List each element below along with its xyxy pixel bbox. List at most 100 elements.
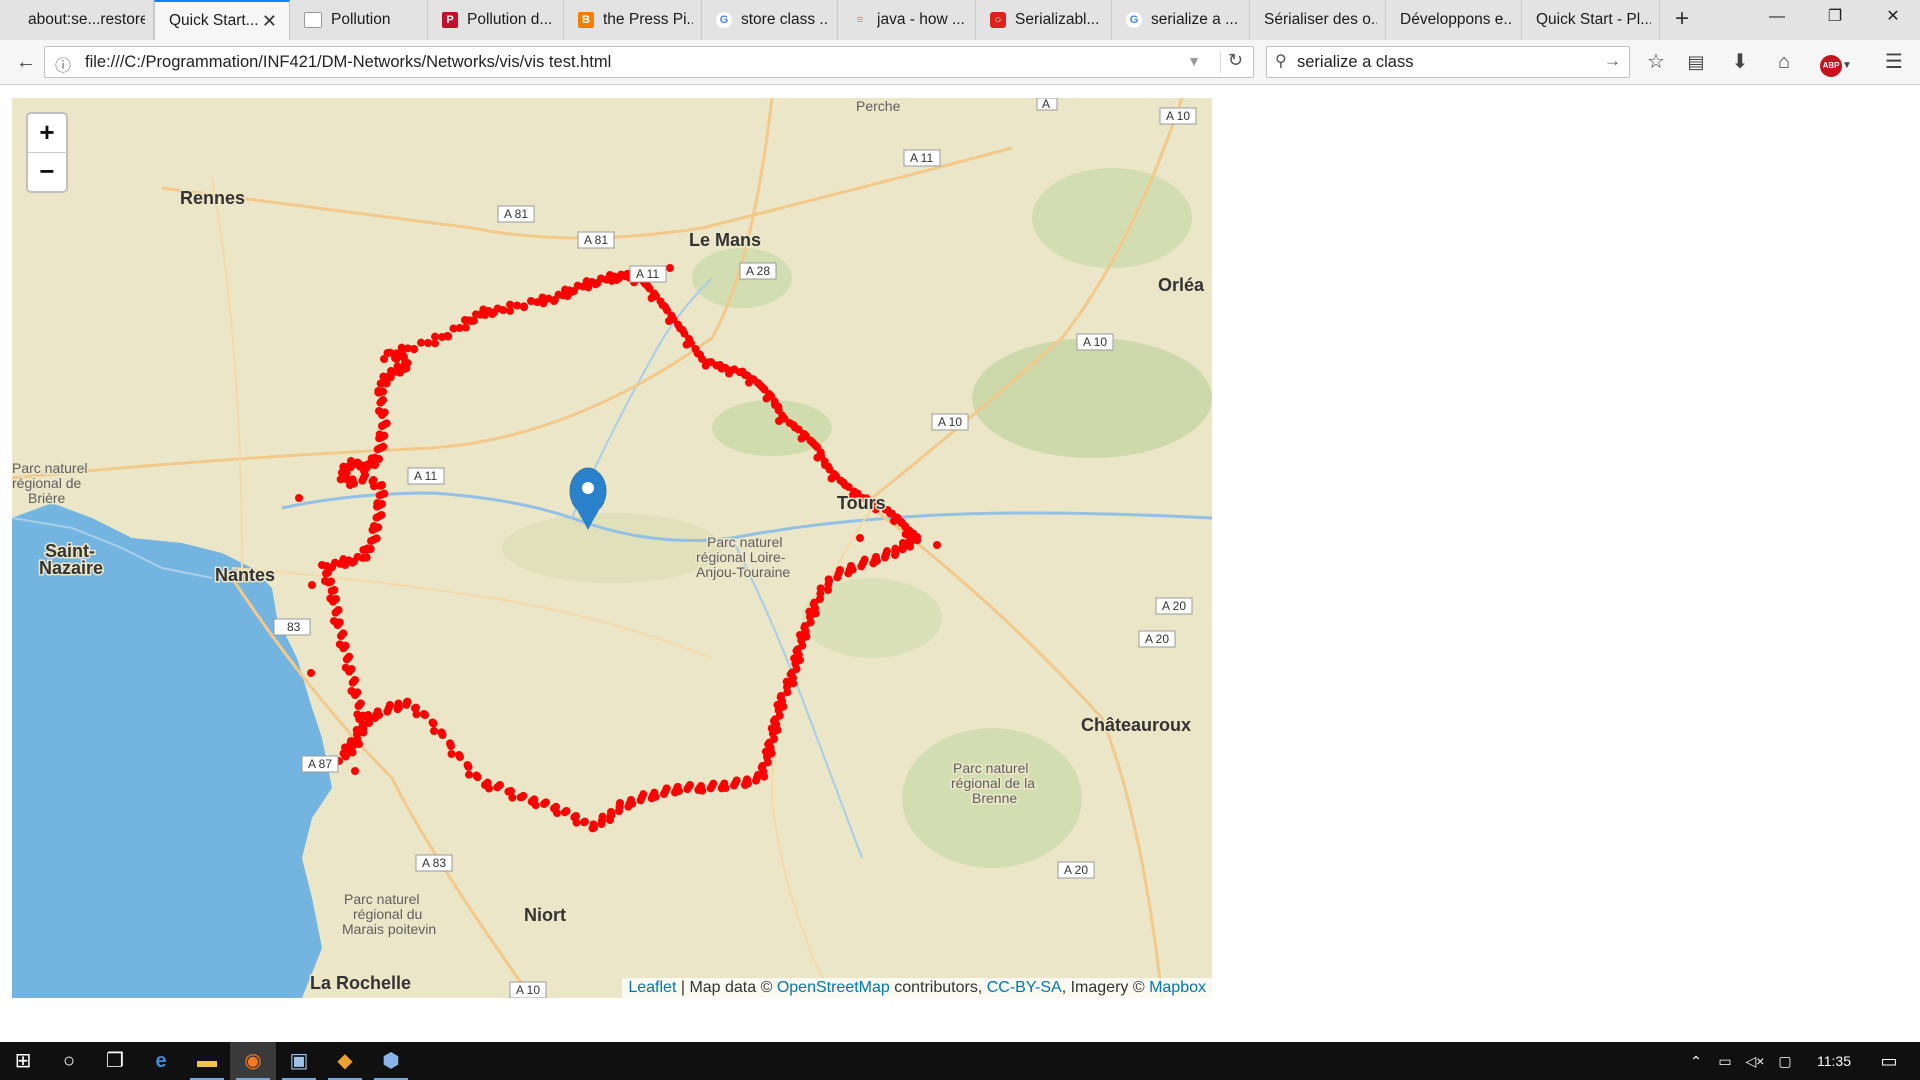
route-point bbox=[400, 353, 408, 361]
svg-text:A: A bbox=[1042, 98, 1050, 111]
route-point bbox=[660, 790, 668, 798]
tab-store-class[interactable]: G store class ... bbox=[702, 0, 838, 40]
reload-icon[interactable]: ↻ bbox=[1228, 50, 1243, 71]
windows-start-icon[interactable]: ⊞ bbox=[0, 1042, 46, 1080]
tab-label: java - how ... bbox=[877, 11, 965, 28]
restore-icon[interactable]: ❐ bbox=[1812, 0, 1858, 36]
route-point bbox=[362, 553, 371, 562]
svg-text:A 11: A 11 bbox=[910, 151, 933, 165]
city-label: La Rochelle bbox=[310, 973, 411, 993]
tab-developpons[interactable]: Développons e... bbox=[1386, 0, 1522, 40]
tray-expand-icon[interactable]: ⌃ bbox=[1684, 1042, 1708, 1080]
tab-java-how[interactable]: ≡ java - how ... bbox=[838, 0, 976, 40]
file-explorer-icon[interactable]: ▬ bbox=[184, 1042, 230, 1080]
road-shield: A 20 bbox=[1138, 630, 1176, 648]
search-go-arrow-icon[interactable]: → bbox=[1604, 51, 1621, 71]
route-point bbox=[353, 710, 362, 719]
edge-icon[interactable]: e bbox=[138, 1042, 184, 1080]
route-point bbox=[430, 727, 438, 735]
battery-icon[interactable]: ▭ bbox=[1712, 1042, 1738, 1080]
route-point bbox=[339, 629, 348, 638]
p-logo-icon: P bbox=[442, 12, 458, 28]
route-point bbox=[447, 750, 456, 758]
route-point bbox=[933, 541, 941, 549]
close-tab-icon[interactable]: ✕ bbox=[258, 11, 281, 32]
license-link[interactable]: CC-BY-SA bbox=[987, 979, 1062, 996]
firefox-icon[interactable]: ◉ bbox=[230, 1042, 276, 1080]
info-icon[interactable]: ⓘ bbox=[55, 52, 71, 76]
route-point bbox=[730, 781, 738, 790]
tab-serializable[interactable]: ○ Serializabl... bbox=[976, 0, 1112, 40]
cortana-search-icon[interactable]: ○ bbox=[46, 1042, 92, 1080]
dropdown-arrow-icon[interactable]: ▼ bbox=[1187, 53, 1201, 69]
network-icon[interactable]: ▢ bbox=[1772, 1042, 1798, 1080]
task-view-icon[interactable]: ❐ bbox=[92, 1042, 138, 1080]
svg-text:A 81: A 81 bbox=[584, 233, 608, 247]
route-point bbox=[881, 553, 889, 562]
route-point bbox=[580, 818, 588, 827]
leaflet-map[interactable]: Rennes Le Mans Orléa Nantes Tours Châtea… bbox=[12, 98, 1212, 998]
park-label: Anjou-Touraine bbox=[696, 564, 790, 580]
park-label: régional de bbox=[12, 475, 81, 491]
route-point bbox=[465, 770, 473, 779]
tab-press-pi[interactable]: B the Press Pi... bbox=[564, 0, 702, 40]
clock-time[interactable]: 11:35 bbox=[1806, 1042, 1862, 1080]
notifications-icon[interactable]: ▭ bbox=[1866, 1042, 1912, 1080]
downloads-icon[interactable]: ⬇ bbox=[1726, 48, 1754, 76]
zoom-out-button[interactable]: − bbox=[28, 152, 66, 191]
app-cube-icon[interactable]: ⬢ bbox=[368, 1042, 414, 1080]
minimize-icon[interactable]: — bbox=[1754, 0, 1800, 36]
search-bar[interactable]: ⚲ serialize a class → bbox=[1266, 46, 1630, 78]
tab-label: serialize a ... bbox=[1151, 11, 1239, 28]
city-label: Châteauroux bbox=[1081, 715, 1191, 735]
osm-link[interactable]: OpenStreetMap bbox=[777, 979, 890, 996]
route-point bbox=[520, 303, 528, 312]
attribution-text: contributors, bbox=[889, 979, 987, 996]
park-label: Parc naturel bbox=[953, 760, 1028, 776]
park-label: Parc naturel bbox=[12, 460, 87, 476]
url-bar[interactable]: ⓘ file:///C:/Programmation/INF421/DM-Net… bbox=[44, 46, 1254, 78]
google-icon: G bbox=[1126, 12, 1142, 28]
route-point bbox=[383, 707, 392, 716]
route-point bbox=[493, 783, 502, 792]
tab-pollution[interactable]: Pollution bbox=[290, 0, 428, 40]
back-arrow-icon[interactable]: ← bbox=[12, 48, 40, 76]
tab-quick-start-active[interactable]: Quick Start... ✕ bbox=[154, 0, 290, 40]
route-point bbox=[372, 534, 381, 543]
route-point bbox=[347, 687, 356, 695]
search-input[interactable]: serialize a class bbox=[1297, 53, 1413, 72]
close-window-icon[interactable]: ✕ bbox=[1870, 0, 1916, 36]
city-label: Tours bbox=[837, 493, 886, 513]
adblock-plus-icon[interactable]: ABP ▼ bbox=[1818, 48, 1854, 77]
road-shield: A 10 bbox=[1159, 107, 1197, 125]
tab-pollution-d[interactable]: P Pollution d... bbox=[428, 0, 564, 40]
road-shield: A 11 bbox=[903, 149, 941, 167]
mapbox-link[interactable]: Mapbox bbox=[1149, 979, 1206, 996]
navigation-bar: ← ⓘ file:///C:/Programmation/INF421/DM-N… bbox=[0, 40, 1920, 85]
git-icon[interactable]: ◆ bbox=[322, 1042, 368, 1080]
volume-muted-icon[interactable]: ◁× bbox=[1742, 1042, 1768, 1080]
photos-icon[interactable]: ▣ bbox=[276, 1042, 322, 1080]
route-point bbox=[597, 820, 606, 828]
leaflet-link[interactable]: Leaflet bbox=[628, 979, 676, 996]
bookmarks-library-icon[interactable]: ▤ bbox=[1682, 48, 1710, 76]
route-point bbox=[446, 739, 454, 748]
route-point bbox=[428, 718, 437, 727]
route-point bbox=[752, 776, 760, 785]
tab-serialize-a[interactable]: G serialize a ... bbox=[1112, 0, 1250, 40]
tab-serialiser-des[interactable]: Sérialiser des o... bbox=[1250, 0, 1386, 40]
zoom-in-button[interactable]: + bbox=[28, 114, 66, 152]
route-point bbox=[906, 542, 914, 551]
motorway bbox=[12, 98, 774, 480]
road-shield: A 83 bbox=[415, 854, 453, 872]
new-tab-button[interactable]: + bbox=[1668, 0, 1696, 40]
home-icon[interactable]: ⌂ bbox=[1770, 48, 1798, 76]
tab-label: Sérialiser des o... bbox=[1264, 11, 1377, 28]
tab-quick-start-pl[interactable]: Quick Start - Pl... bbox=[1522, 0, 1660, 40]
tab-session-restore[interactable]: about:se...restore bbox=[14, 0, 154, 40]
hamburger-menu-icon[interactable]: ☰ bbox=[1880, 48, 1908, 76]
bookmark-star-icon[interactable]: ☆ bbox=[1642, 48, 1670, 76]
route-point bbox=[308, 581, 316, 589]
route-point bbox=[359, 724, 368, 733]
tab-label: Serializabl... bbox=[1015, 11, 1100, 28]
